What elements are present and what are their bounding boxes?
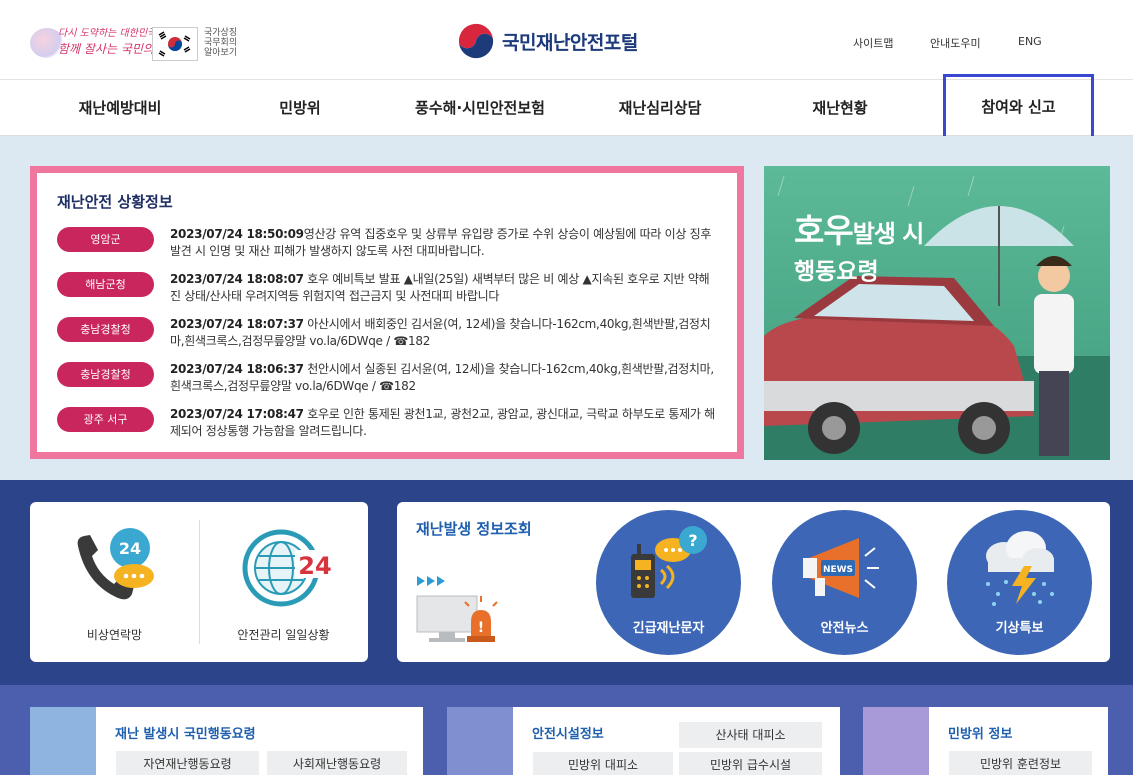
taegukgi-flag-icon[interactable] (152, 27, 198, 61)
situation-item[interactable]: 광주 서구 2023/07/24 17:08:47 호우로 인한 통제된 광천1… (57, 406, 719, 451)
panel-title: 민방위 정보 (948, 727, 1013, 742)
panel-title: 안전시설정보 (532, 727, 604, 742)
main-nav: 재난예방대비 민방위 풍수해·시민안전보험 재난심리상담 재난현황 참여와 신고 (0, 74, 1133, 142)
util-sitemap[interactable]: 사이트맵 (853, 35, 893, 51)
situation-message[interactable]: 2023/07/24 18:50:09영산강 유역 집중호우 및 상류부 유입량… (170, 226, 719, 260)
civil-defense-shelter-button[interactable]: 민방위 대피소 (533, 752, 673, 775)
circle-label: 긴급재난문자 (632, 621, 705, 636)
message-time: 2023/07/24 18:50:09 (170, 227, 304, 241)
situation-item[interactable]: 영암군 2023/07/24 18:50:09영산강 유역 집중호우 및 상류부… (57, 226, 719, 271)
walkie-talkie-chat-icon: ? (631, 526, 707, 598)
quick-links-card: 24 비상연락망 24 안전관리 일일상황 (30, 502, 368, 662)
guide-link[interactable]: 안내도우미 (930, 35, 981, 51)
civil-defense-training-button[interactable]: 민방위 훈련정보 (949, 751, 1092, 775)
action-guide-panel: 재난 발생시 국민행동요령 자연재난행동요령 사회재난행동요령 (30, 707, 423, 775)
slogan-logo[interactable]: 다시 도약하는 대한민국 함께 잘사는 국민의 나라 (30, 24, 180, 62)
situation-item[interactable]: 해남군청 2023/07/24 18:08:07 호우 예비특보 발표 ▲내일(… (57, 271, 719, 316)
circle-label: 안전뉴스 (820, 621, 869, 636)
situation-item[interactable]: 충남경찰청 2023/07/24 18:07:37 아산시에서 배회중인 김서윤… (57, 316, 719, 361)
safety-news-button[interactable]: NEWS 안전뉴스 (772, 510, 917, 655)
storm-cloud-icon (986, 531, 1054, 606)
panel-title: 재난 발생시 국민행동요령 (115, 727, 256, 742)
situation-message[interactable]: 2023/07/24 18:08:07 호우 예비특보 발표 ▲내일(25일) … (170, 271, 719, 305)
nav-participation-report[interactable]: 참여와 신고 (943, 74, 1094, 142)
bottom-info-area: 재난 발생시 국민행동요령 자연재난행동요령 사회재난행동요령 안전시설정보 산… (0, 685, 1133, 775)
heavy-rain-promo-banner[interactable]: 호우발생 시 행동요령 (764, 166, 1110, 460)
slogan-line1: 다시 도약하는 대한민국 (58, 28, 157, 39)
message-time: 2023/07/24 18:08:07 (170, 272, 304, 286)
globe-24-icon: 24 (242, 529, 335, 607)
disaster-info-title: 재난발생 정보조회 (416, 520, 532, 538)
situation-message[interactable]: 2023/07/24 18:07:37 아산시에서 배회중인 김서윤(여, 12… (170, 316, 719, 350)
svg-text:24: 24 (119, 539, 141, 558)
situation-item[interactable]: 충남경찰청 2023/07/24 18:06:37 천안시에서 실종된 김서윤(… (57, 361, 719, 406)
promo-title-sub: 발생 시 (852, 220, 925, 248)
panel-strip (863, 707, 929, 775)
situation-title: 재난안전 상황정보 (57, 193, 173, 211)
source-badge[interactable]: 충남경찰청 (57, 317, 154, 342)
header: 다시 도약하는 대한민국 함께 잘사는 국민의 나라 국가상징 국무회의 알아보… (0, 0, 1133, 80)
monitor-alert-icon: ! (416, 576, 498, 642)
situation-panel: 재난안전 상황정보 영암군 2023/07/24 18:50:09영산강 유역 … (30, 166, 744, 459)
source-badge[interactable]: 영암군 (57, 227, 154, 252)
situation-message[interactable]: 2023/07/24 17:08:47 호우로 인한 통제된 광천1교, 광천2… (170, 406, 719, 440)
english-link[interactable]: ENG (1018, 35, 1042, 48)
nav-psych-counsel[interactable]: 재난심리상담 (580, 80, 740, 136)
panel-strip (447, 707, 513, 775)
source-badge[interactable]: 충남경찰청 (57, 362, 154, 387)
disaster-info-card: 재난발생 정보조회 ! ? 긴급재난문자 NEWS 안전뉴스 기상특보 (397, 502, 1110, 662)
natural-disaster-guide-button[interactable]: 자연재난행동요령 (116, 751, 259, 775)
nav-insurance[interactable]: 풍수해·시민안전보험 (395, 80, 565, 136)
quick-link-label: 안전관리 일일상황 (237, 628, 330, 642)
social-disaster-guide-button[interactable]: 사회재난행동요령 (267, 751, 407, 775)
safety-facility-panel: 안전시설정보 산사태 대피소 민방위 대피소 민방위 급수시설 (447, 707, 840, 775)
gov-symbol-link[interactable]: 국가상징 국무회의 알아보기 (204, 28, 244, 58)
svg-text:24: 24 (298, 552, 331, 580)
nav-civil-defense[interactable]: 민방위 (220, 80, 380, 136)
daily-safety-status-link[interactable]: 24 안전관리 일일상황 (199, 502, 368, 662)
util-english[interactable]: ENG (1018, 35, 1042, 48)
message-time: 2023/07/24 17:08:47 (170, 407, 304, 421)
panel-strip (30, 707, 96, 775)
quick-link-label: 비상연락망 (86, 628, 143, 642)
situation-area: 재난안전 상황정보 영암군 2023/07/24 18:50:09영산강 유역 … (0, 136, 1133, 480)
source-badge[interactable]: 광주 서구 (57, 407, 154, 432)
sitemap-link[interactable]: 사이트맵 (853, 35, 893, 51)
svg-text:?: ? (688, 531, 697, 550)
korea-gov-logo-icon (457, 22, 495, 60)
emergency-contacts-link[interactable]: 24 비상연락망 (30, 502, 199, 662)
promo-title: 호우발생 시 (794, 204, 925, 252)
svg-text:!: ! (478, 620, 484, 636)
weather-warning-button[interactable]: 기상특보 (947, 510, 1092, 655)
source-badge[interactable]: 해남군청 (57, 272, 154, 297)
situation-message[interactable]: 2023/07/24 18:06:37 천안시에서 실종된 김서윤(여, 12세… (170, 361, 719, 395)
megaphone-news-icon: NEWS (803, 538, 879, 598)
promo-subtitle: 행동요령 (794, 259, 879, 285)
circle-label: 기상특보 (995, 621, 1044, 636)
message-time: 2023/07/24 18:07:37 (170, 317, 304, 331)
util-guide[interactable]: 안내도우미 (930, 35, 981, 51)
landslide-shelter-button[interactable]: 산사태 대피소 (679, 722, 822, 748)
promo-title-main: 호우 (794, 211, 854, 250)
site-title: 국민재난안전포털 (502, 31, 638, 54)
nav-disaster-status[interactable]: 재난현황 (760, 80, 920, 136)
news-badge-text: NEWS (823, 565, 853, 575)
site-logo[interactable]: 국민재난안전포털 (456, 21, 638, 61)
civil-defense-water-button[interactable]: 민방위 급수시설 (679, 752, 822, 775)
phone-24-icon: 24 (77, 528, 154, 600)
civil-defense-info-panel: 민방위 정보 민방위 훈련정보 (863, 707, 1108, 775)
message-time: 2023/07/24 18:06:37 (170, 362, 304, 376)
nav-disaster-prevention[interactable]: 재난예방대비 (40, 80, 200, 136)
emergency-text-alert-button[interactable]: ? 긴급재난문자 (596, 510, 741, 655)
quick-service-band: 24 비상연락망 24 안전관리 일일상황 재난발생 정보조회 ! ? 긴급재난… (0, 480, 1133, 685)
